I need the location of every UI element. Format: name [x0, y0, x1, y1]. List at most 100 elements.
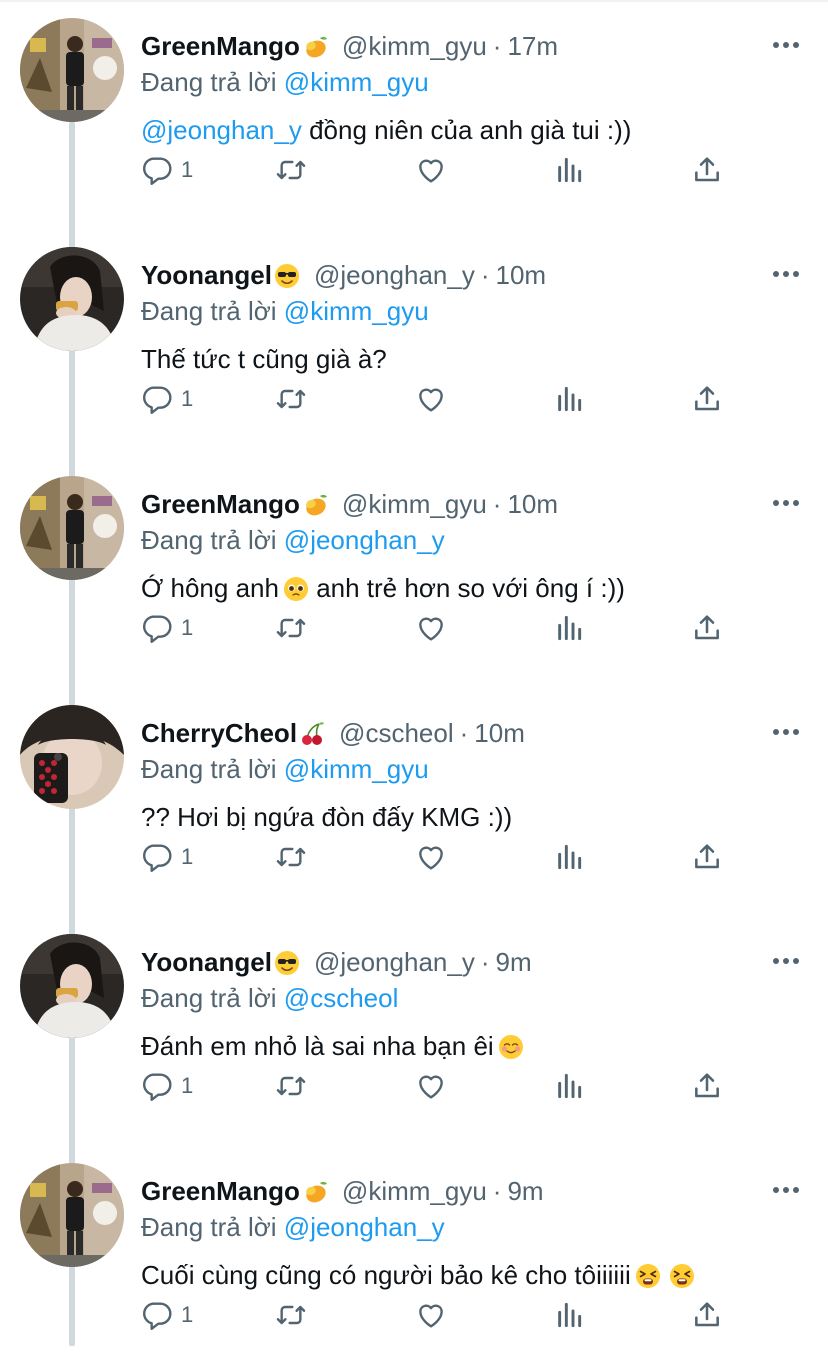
tweet-text: ?? Hơi bị ngứa đòn đấy KMG :)): [141, 797, 512, 837]
share-button[interactable]: [691, 381, 723, 417]
analytics-icon: [553, 841, 585, 873]
like-button[interactable]: [415, 610, 447, 646]
like-button[interactable]: [415, 381, 447, 417]
like-button[interactable]: [415, 1068, 447, 1104]
share-icon: [691, 612, 723, 644]
reply-count: 1: [181, 157, 194, 182]
share-icon: [691, 1299, 723, 1331]
tweet[interactable]: GreenMango @kimm_gyu · 9m Đang trả lời @jeo…: [0, 1145, 828, 1365]
analytics-button[interactable]: [553, 381, 585, 417]
smiling-emoji-icon: [498, 1031, 524, 1059]
retweet-button[interactable]: [275, 152, 307, 188]
sunglasses-emoji-icon: [274, 262, 300, 288]
reply-button[interactable]: 1: [141, 839, 193, 875]
like-icon: [415, 154, 447, 186]
user-handle[interactable]: @jeonghan_y: [314, 260, 475, 290]
reply-button[interactable]: 1: [141, 1297, 193, 1333]
like-button[interactable]: [415, 839, 447, 875]
display-name[interactable]: GreenMango: [141, 489, 300, 519]
share-button[interactable]: [691, 839, 723, 875]
tweet-text-body: ?? Hơi bị ngứa đòn đấy KMG :)): [141, 802, 513, 832]
timestamp[interactable]: 17m: [507, 31, 558, 61]
user-handle[interactable]: @jeonghan_y: [314, 947, 475, 977]
reply-button[interactable]: 1: [141, 1068, 193, 1104]
display-name[interactable]: GreenMango: [141, 1176, 300, 1206]
tweet[interactable]: GreenMango @kimm_gyu · 17m Đang trả lời @ki…: [0, 0, 828, 220]
mango-emoji-icon: [302, 33, 328, 59]
more-icon[interactable]: [772, 723, 800, 735]
user-handle[interactable]: @kimm_gyu: [342, 31, 487, 61]
avatar[interactable]: [20, 247, 124, 351]
separator-dot: ·: [480, 947, 490, 977]
timestamp[interactable]: 10m: [507, 489, 558, 519]
retweet-icon: [275, 154, 307, 186]
timestamp[interactable]: 9m: [507, 1176, 543, 1206]
tweet[interactable]: GreenMango @kimm_gyu · 10m Đang trả lời @je…: [0, 458, 828, 678]
analytics-button[interactable]: [553, 610, 585, 646]
analytics-button[interactable]: [553, 1297, 585, 1333]
timestamp[interactable]: 9m: [496, 947, 532, 977]
tweet[interactable]: CherryCheol @cscheol · 10m Đang trả lời @ki…: [0, 687, 828, 907]
display-name[interactable]: CherryCheol: [141, 718, 297, 748]
analytics-button[interactable]: [553, 152, 585, 188]
retweet-icon: [275, 841, 307, 873]
retweet-button[interactable]: [275, 1297, 307, 1333]
reply-button[interactable]: 1: [141, 381, 193, 417]
reply-icon: [141, 1070, 173, 1102]
user-handle[interactable]: @kimm_gyu: [342, 1176, 487, 1206]
avatar[interactable]: [20, 705, 124, 809]
avatar[interactable]: [20, 1163, 124, 1267]
avatar[interactable]: [20, 934, 124, 1038]
more-icon[interactable]: [772, 36, 800, 48]
avatar[interactable]: [20, 476, 124, 580]
display-name[interactable]: Yoonangel: [141, 947, 272, 977]
reply-count: 1: [181, 615, 194, 640]
analytics-button[interactable]: [553, 839, 585, 875]
share-button[interactable]: [691, 1297, 723, 1333]
replying-to-mention[interactable]: @kimm_gyu: [284, 67, 429, 97]
text-mention[interactable]: @jeonghan_y: [141, 115, 302, 145]
tweet-actions: 1: [141, 1297, 741, 1333]
replying-to-label: Đang trả lời: [141, 525, 277, 555]
replying-to-label: Đang trả lời: [141, 754, 277, 784]
retweet-button[interactable]: [275, 1068, 307, 1104]
share-button[interactable]: [691, 610, 723, 646]
analytics-button[interactable]: [553, 1068, 585, 1104]
separator-dot: ·: [492, 1176, 502, 1206]
display-name[interactable]: Yoonangel: [141, 260, 272, 290]
more-icon[interactable]: [772, 494, 800, 506]
tweet-text-continued: anh trẻ hơn so với ông í :)): [308, 573, 625, 603]
retweet-button[interactable]: [275, 381, 307, 417]
tweet-actions: 1: [141, 610, 741, 646]
retweet-button[interactable]: [275, 610, 307, 646]
replying-to-mention[interactable]: @jeonghan_y: [284, 525, 445, 555]
share-button[interactable]: [691, 1068, 723, 1104]
retweet-button[interactable]: [275, 839, 307, 875]
reply-button[interactable]: 1: [141, 610, 193, 646]
user-handle[interactable]: @kimm_gyu: [342, 489, 487, 519]
replying-to-mention[interactable]: @cscheol: [284, 983, 399, 1013]
display-name[interactable]: GreenMango: [141, 31, 300, 61]
replying-to-mention[interactable]: @kimm_gyu: [284, 296, 429, 326]
reply-icon: [141, 612, 173, 644]
timestamp[interactable]: 10m: [474, 718, 525, 748]
timestamp[interactable]: 10m: [496, 260, 547, 290]
more-icon[interactable]: [772, 265, 800, 277]
share-icon: [691, 154, 723, 186]
more-icon[interactable]: [772, 952, 800, 964]
tweet[interactable]: Yoonangel @jeonghan_y · 10m Đang trả lời @k…: [0, 229, 828, 449]
user-handle[interactable]: @cscheol: [339, 718, 454, 748]
replying-to-mention[interactable]: @jeonghan_y: [284, 1212, 445, 1242]
like-icon: [415, 1299, 447, 1331]
like-button[interactable]: [415, 152, 447, 188]
avatar[interactable]: [20, 18, 124, 122]
retweet-icon: [275, 612, 307, 644]
replying-to-mention[interactable]: @kimm_gyu: [284, 754, 429, 784]
more-icon[interactable]: [772, 1181, 800, 1193]
separator-dot: ·: [492, 31, 502, 61]
tweet[interactable]: Yoonangel @jeonghan_y · 9m Đang trả lời @cs…: [0, 916, 828, 1136]
share-button[interactable]: [691, 152, 723, 188]
reply-button[interactable]: 1: [141, 152, 193, 188]
reply-icon: [141, 841, 173, 873]
like-button[interactable]: [415, 1297, 447, 1333]
